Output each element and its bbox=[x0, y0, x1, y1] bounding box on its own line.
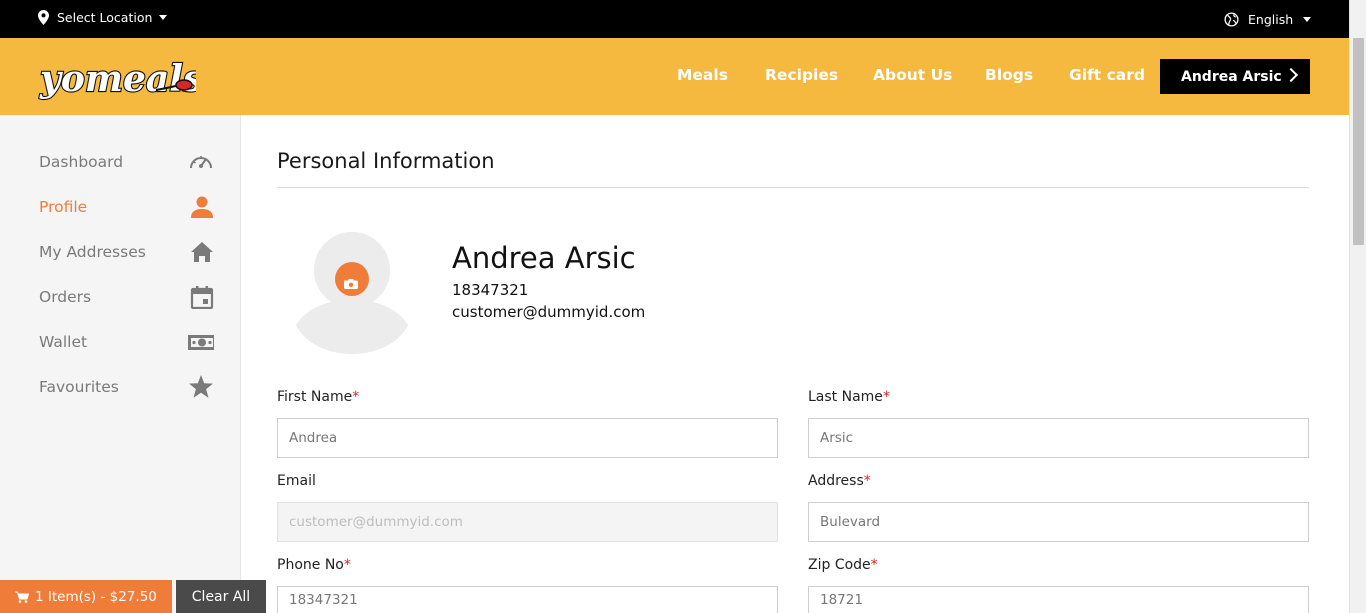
home-icon bbox=[191, 242, 213, 262]
site-header: yomeals Meals Recipies About Us Blogs Gi… bbox=[0, 38, 1349, 115]
profile-phone: 18347321 bbox=[452, 281, 529, 299]
scrollbar-thumb[interactable] bbox=[1353, 38, 1364, 245]
sidebar-item-label: Dashboard bbox=[39, 153, 124, 171]
last-name-label: Last Name* bbox=[808, 389, 890, 405]
sidebar-item-label: Favourites bbox=[39, 378, 119, 396]
select-location[interactable]: Select Location bbox=[38, 10, 168, 25]
sidebar-item-dashboard[interactable]: Dashboard bbox=[39, 147, 214, 177]
user-icon bbox=[191, 196, 213, 218]
top-bar: Select Location English bbox=[0, 0, 1349, 38]
cart-summary-button[interactable]: 1 Item(s) - $27.50 bbox=[0, 580, 172, 613]
location-label: Select Location bbox=[57, 10, 153, 25]
money-icon bbox=[188, 335, 214, 350]
nav-blogs[interactable]: Blogs bbox=[985, 66, 1033, 84]
caret-down-icon bbox=[159, 15, 168, 20]
zip-code-label: Zip Code* bbox=[808, 557, 878, 573]
nav-meals[interactable]: Meals bbox=[677, 66, 728, 84]
sidebar-item-label: Orders bbox=[39, 288, 92, 306]
first-name-label: First Name* bbox=[277, 389, 360, 405]
sidebar-item-profile[interactable]: Profile bbox=[39, 192, 214, 222]
sidebar-item-orders[interactable]: Orders bbox=[39, 282, 214, 312]
chevron-right-icon bbox=[1283, 67, 1299, 83]
profile-name: Andrea Arsic bbox=[452, 241, 636, 275]
sidebar-item-my-addresses[interactable]: My Addresses bbox=[39, 237, 214, 267]
user-name-label: Andrea Arsic bbox=[1181, 68, 1282, 85]
speedometer-icon bbox=[190, 156, 212, 169]
nav-about-us[interactable]: About Us bbox=[873, 66, 952, 84]
address-input[interactable] bbox=[808, 502, 1309, 542]
zip-code-input[interactable] bbox=[808, 586, 1309, 613]
sidebar-item-label: Wallet bbox=[39, 333, 88, 351]
page-title: Personal Information bbox=[277, 149, 495, 173]
cart-summary-label: 1 Item(s) - $27.50 bbox=[35, 588, 157, 605]
camera-icon[interactable] bbox=[344, 274, 358, 289]
phone-input[interactable] bbox=[277, 586, 778, 613]
svg-text:yomeals: yomeals bbox=[39, 58, 196, 100]
clear-all-button[interactable]: Clear All bbox=[176, 580, 266, 613]
globe-icon bbox=[1224, 12, 1239, 27]
last-name-input[interactable] bbox=[808, 418, 1309, 458]
yomeals-logo[interactable]: yomeals bbox=[38, 46, 196, 108]
email-label: Email bbox=[277, 473, 316, 489]
location-pin-icon bbox=[38, 10, 49, 25]
email-field bbox=[277, 502, 778, 542]
avatar bbox=[296, 232, 408, 354]
first-name-input[interactable] bbox=[277, 418, 778, 458]
star-icon bbox=[189, 375, 213, 398]
profile-email: customer@dummyid.com bbox=[452, 303, 646, 321]
calendar-icon bbox=[190, 286, 214, 309]
sidebar-item-wallet[interactable]: Wallet bbox=[39, 327, 214, 357]
user-account-button[interactable]: Andrea Arsic bbox=[1160, 59, 1310, 94]
nav-recipies[interactable]: Recipies bbox=[765, 66, 838, 84]
nav-gift-card[interactable]: Gift card bbox=[1069, 66, 1145, 84]
sidebar: Dashboard Profile My Addresses Orders Wa… bbox=[0, 115, 241, 613]
page-scrollbar[interactable] bbox=[1349, 0, 1366, 613]
cart-icon bbox=[15, 591, 29, 603]
caret-down-icon bbox=[1303, 17, 1312, 22]
divider bbox=[277, 187, 1309, 188]
language-label: English bbox=[1248, 12, 1294, 27]
language-selector[interactable]: English bbox=[1224, 12, 1312, 27]
phone-label: Phone No* bbox=[277, 557, 351, 573]
sidebar-item-label: Profile bbox=[39, 198, 88, 216]
sidebar-item-label: My Addresses bbox=[39, 243, 146, 261]
sidebar-item-favourites[interactable]: Favourites bbox=[39, 372, 214, 402]
address-label: Address* bbox=[808, 473, 871, 489]
